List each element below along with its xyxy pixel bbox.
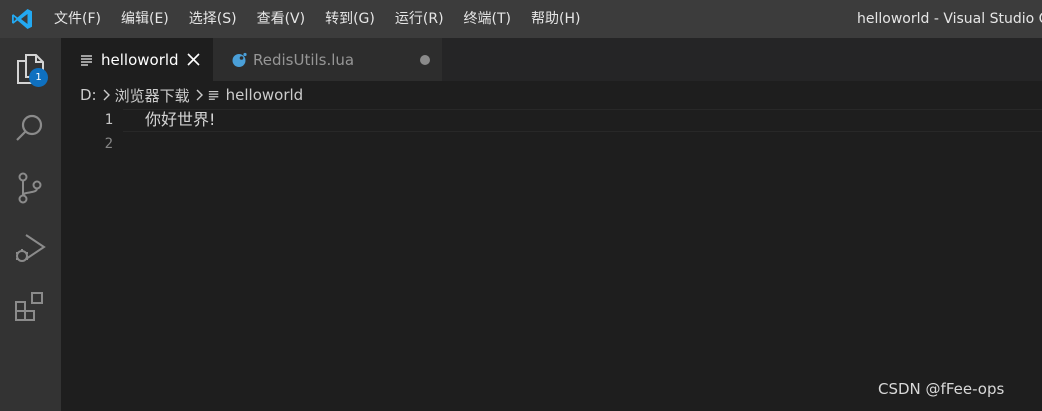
tab-redisutils[interactable]: RedisUtils.lua — [213, 38, 442, 81]
menu-file[interactable]: 文件(F) — [44, 0, 111, 38]
menu-bar: 文件(F) 编辑(E) 选择(S) 查看(V) 转到(G) 运行(R) 终端(T… — [44, 0, 590, 38]
breadcrumb-folder[interactable]: 浏览器下载 — [115, 85, 190, 106]
run-debug-icon[interactable] — [11, 229, 49, 267]
code-text[interactable]: 你好世界! — [145, 109, 215, 131]
text-file-icon — [79, 52, 95, 68]
chevron-right-icon — [195, 89, 203, 101]
tab-bar: helloworld RedisUtils.lua — [61, 38, 1042, 81]
close-icon[interactable] — [186, 52, 201, 67]
tab-label: RedisUtils.lua — [253, 50, 355, 69]
window-title: helloworld - Visual Studio Co — [857, 11, 1042, 27]
search-icon[interactable] — [11, 109, 49, 147]
current-line-highlight — [123, 109, 1042, 132]
breadcrumb-file-label: helloworld — [225, 86, 304, 104]
watermark: CSDN @fFee-ops — [878, 380, 1005, 398]
editor[interactable]: 1 你好世界! 2 — [61, 109, 1042, 411]
menu-selection[interactable]: 选择(S) — [179, 0, 247, 38]
breadcrumb-file[interactable]: helloworld — [208, 86, 304, 104]
menu-terminal[interactable]: 终端(T) — [454, 0, 521, 38]
menu-help[interactable]: 帮助(H) — [521, 0, 590, 38]
explorer-badge: 1 — [29, 68, 48, 87]
extensions-icon[interactable] — [11, 288, 49, 326]
line-number: 1 — [104, 112, 113, 128]
source-control-icon[interactable] — [11, 169, 49, 207]
menu-view[interactable]: 查看(V) — [247, 0, 316, 38]
tab-helloworld[interactable]: helloworld — [61, 38, 213, 81]
unsaved-dot-icon[interactable] — [420, 55, 430, 65]
menu-edit[interactable]: 编辑(E) — [111, 0, 179, 38]
breadcrumb-drive[interactable]: D: — [80, 86, 97, 104]
lua-file-icon — [231, 52, 247, 68]
breadcrumb: D: 浏览器下载 helloworld — [61, 81, 1042, 109]
menu-go[interactable]: 转到(G) — [315, 0, 385, 38]
line-number: 2 — [104, 136, 113, 152]
text-file-icon — [208, 89, 220, 101]
tab-label: helloworld — [101, 50, 179, 69]
title-bar: 文件(F) 编辑(E) 选择(S) 查看(V) 转到(G) 运行(R) 终端(T… — [0, 0, 1042, 38]
activity-bar: 1 — [0, 38, 61, 411]
vscode-logo-icon — [12, 9, 32, 29]
menu-run[interactable]: 运行(R) — [385, 0, 454, 38]
chevron-right-icon — [102, 89, 110, 101]
